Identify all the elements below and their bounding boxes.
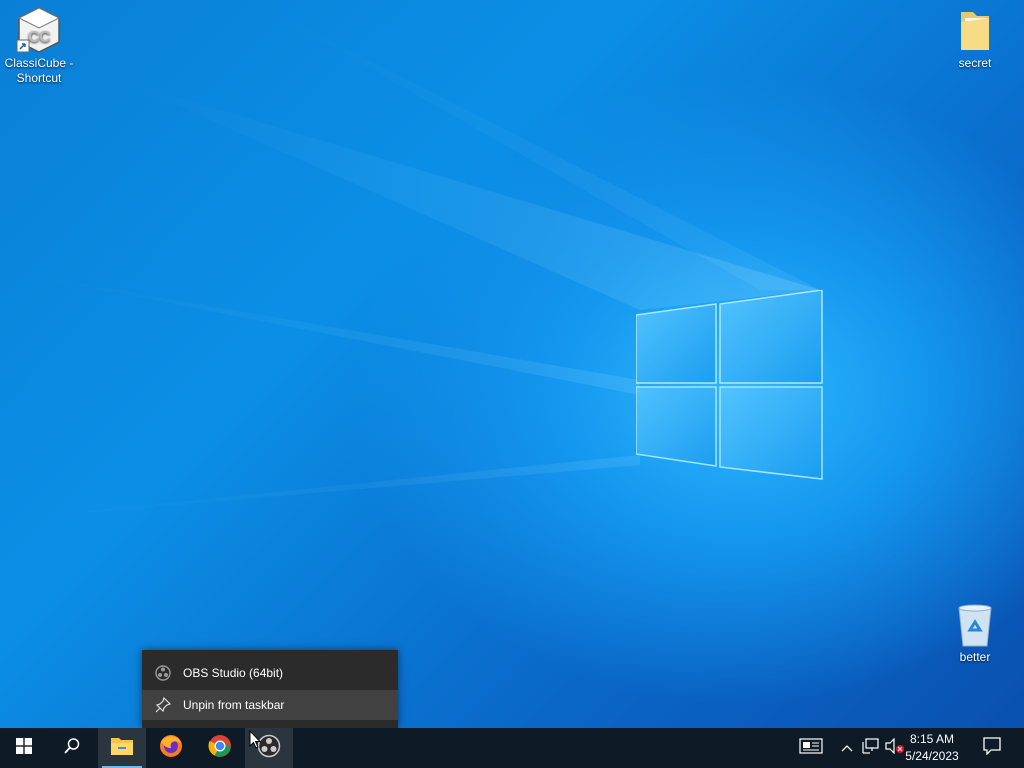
desktop-icon-label: better: [959, 650, 991, 664]
search-icon: [63, 737, 81, 760]
taskbar-firefox[interactable]: [147, 728, 195, 768]
menu-item-unpin[interactable]: Unpin from taskbar: [142, 690, 398, 720]
taskbar-chrome[interactable]: [196, 728, 244, 768]
desktop-icon-label: secret: [958, 56, 992, 70]
news-icon: [799, 737, 823, 759]
recycle-bin-icon: [951, 600, 999, 648]
classicube-shortcut-icon: C C: [15, 6, 63, 54]
start-button[interactable]: [0, 728, 48, 768]
desktop-icon-label: ClassiCube - Shortcut: [4, 56, 74, 85]
search-button[interactable]: [48, 728, 96, 768]
clock-time: 8:15 AM: [909, 732, 955, 746]
wallpaper-light-beams: [0, 0, 820, 520]
svg-text:C: C: [39, 29, 51, 46]
notification-icon: [983, 736, 1001, 760]
start-icon: [16, 737, 32, 759]
menu-item-label: Unpin from taskbar: [183, 698, 285, 712]
desktop-icon-classicube[interactable]: C C ClassiCube - Shortcut: [1, 6, 77, 86]
taskbar-file-explorer[interactable]: [98, 728, 146, 768]
clock[interactable]: 8:15 AM 5/24/2023: [892, 731, 972, 765]
menu-item-obs-studio[interactable]: OBS Studio (64bit): [142, 658, 398, 688]
clock-date: 5/24/2023: [905, 749, 959, 763]
desktop-icon-secret[interactable]: secret: [937, 6, 1013, 71]
network-icon: [862, 737, 880, 759]
folder-icon: [951, 6, 999, 54]
show-hidden-icons-button[interactable]: [838, 728, 856, 768]
network-button[interactable]: [860, 728, 882, 768]
file-explorer-icon: [110, 736, 134, 761]
chrome-icon: [208, 734, 232, 763]
menu-item-label: OBS Studio (64bit): [183, 666, 284, 680]
taskbar: 8:15 AM 5/24/2023: [0, 728, 1024, 768]
mouse-cursor-icon: [249, 730, 261, 749]
firefox-icon: [159, 734, 183, 763]
windows-logo-wallpaper: [636, 290, 823, 480]
action-center-button[interactable]: [978, 728, 1006, 768]
chevron-up-icon: [841, 739, 853, 757]
desktop-icon-better[interactable]: better: [937, 600, 1013, 665]
news-and-interests-button[interactable]: [794, 728, 828, 768]
obs-icon: [142, 665, 183, 681]
unpin-icon: [142, 697, 183, 713]
taskbar-jump-list: OBS Studio (64bit) Unpin from taskbar: [142, 650, 398, 728]
